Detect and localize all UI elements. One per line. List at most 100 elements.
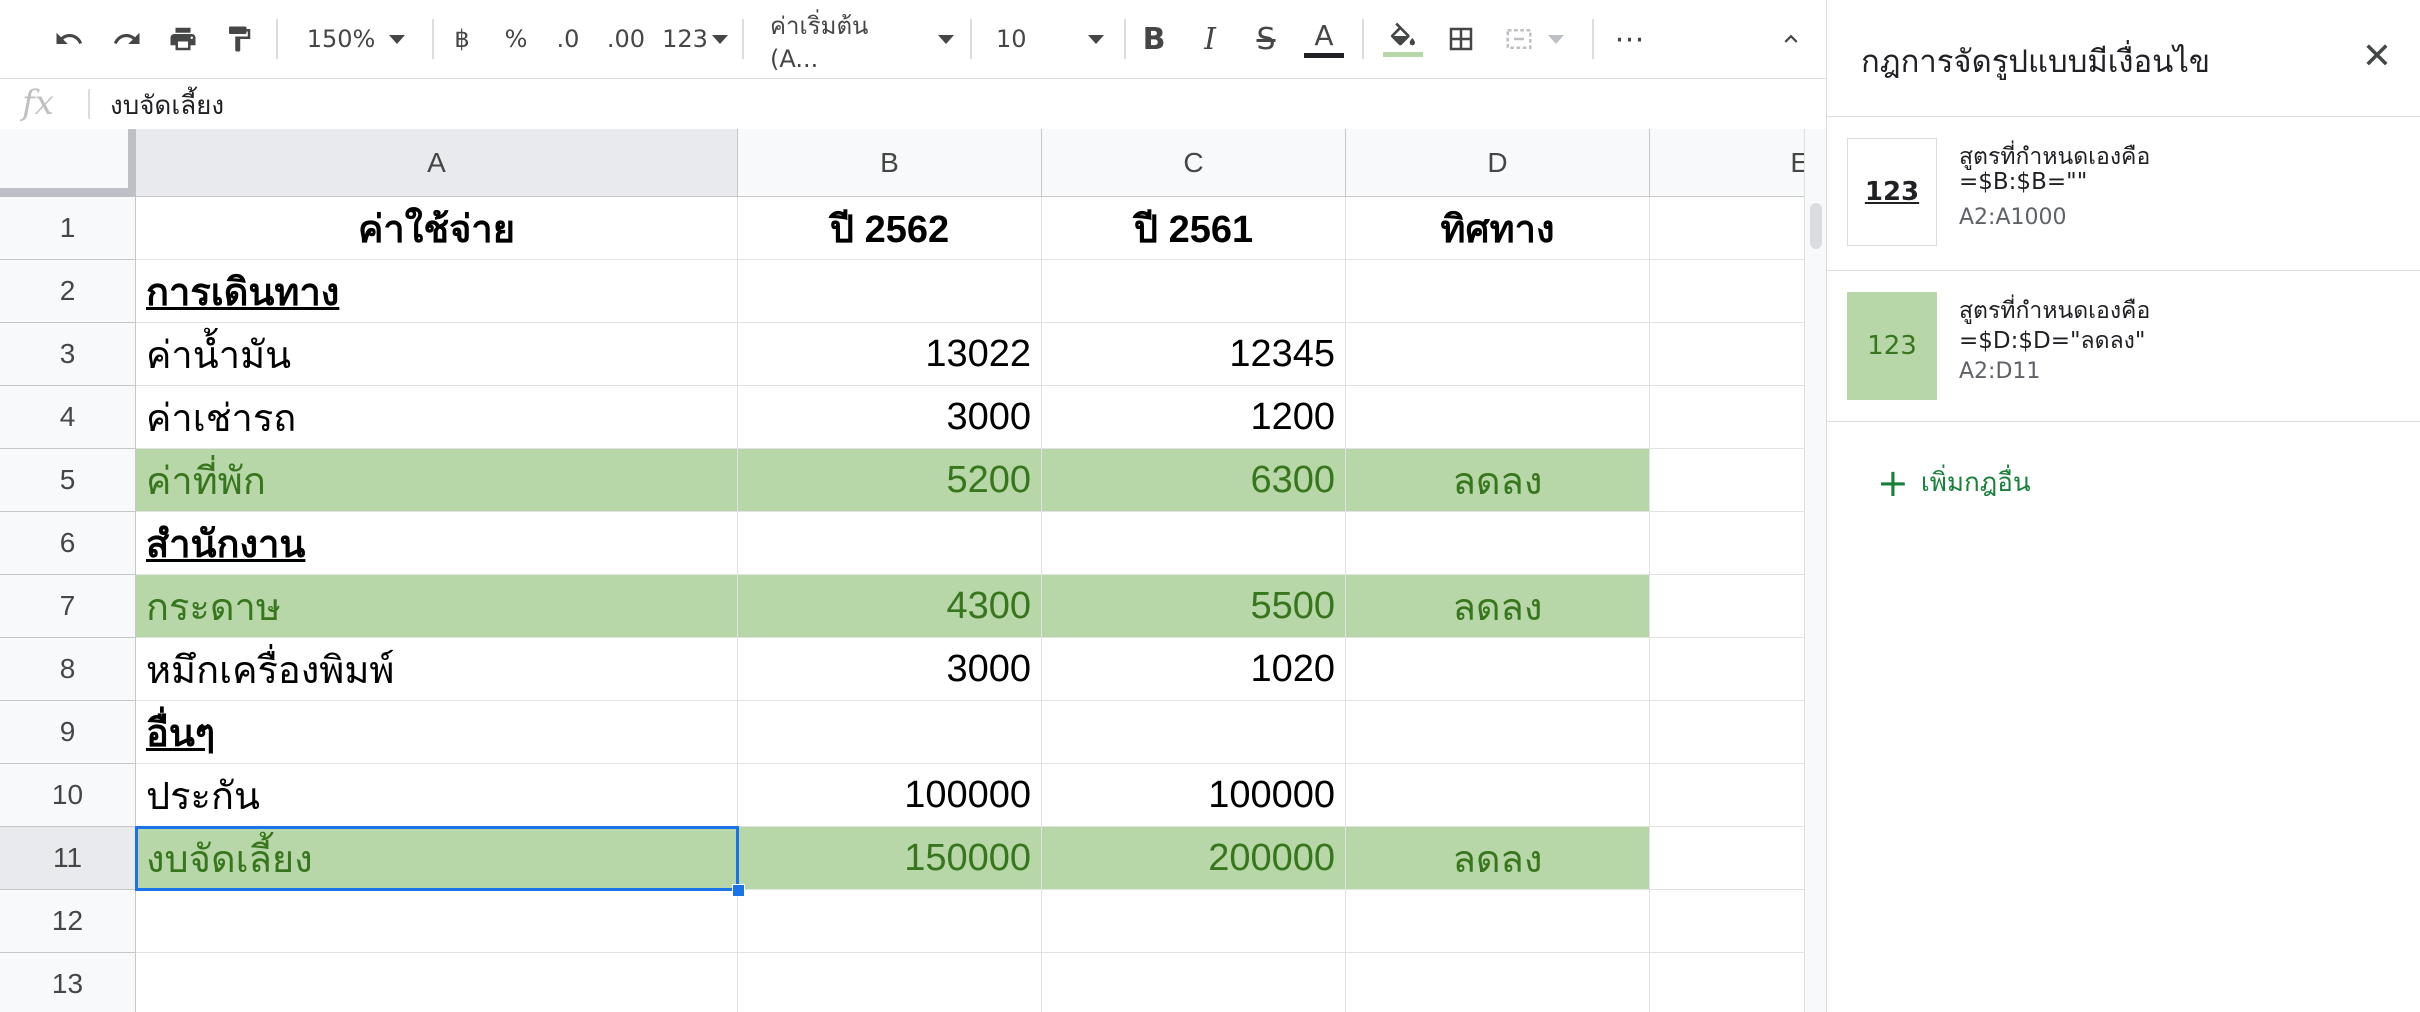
rule-item-1[interactable]: 123 สูตรที่กำหนดเองคือ =$B:$B="" A2:A100… — [1827, 116, 2420, 268]
cell-d8[interactable] — [1346, 638, 1650, 701]
cell-e13[interactable] — [1650, 953, 1804, 1012]
cell-d7[interactable]: ลดลง — [1346, 575, 1650, 638]
row-header-13[interactable]: 13 — [0, 953, 136, 1012]
increase-decimal-button[interactable]: .00 — [604, 0, 648, 78]
cell-b13[interactable] — [738, 953, 1042, 1012]
cell-e4[interactable] — [1650, 386, 1804, 449]
cell-b9[interactable] — [738, 701, 1042, 764]
fill-handle[interactable] — [732, 884, 745, 897]
cell-a3[interactable]: ค่าน้ำมัน — [136, 323, 738, 386]
cell-d5[interactable]: ลดลง — [1346, 449, 1650, 512]
cell-e2[interactable] — [1650, 260, 1804, 323]
row-header-3[interactable]: 3 — [0, 323, 136, 386]
cell-c10[interactable]: 100000 — [1042, 764, 1346, 827]
row-header-1[interactable]: 1 — [0, 197, 136, 260]
scrollbar-thumb[interactable] — [1810, 203, 1822, 249]
cell-e6[interactable] — [1650, 512, 1804, 575]
freeze-column-handle[interactable] — [128, 129, 136, 197]
cell-a1[interactable]: ค่าใช้จ่าย — [136, 197, 738, 260]
cell-c11[interactable]: 200000 — [1042, 827, 1346, 890]
column-header-a[interactable]: A — [136, 129, 738, 197]
cell-c2[interactable] — [1042, 260, 1346, 323]
cell-d2[interactable] — [1346, 260, 1650, 323]
cell-d3[interactable] — [1346, 323, 1650, 386]
collapse-icon[interactable] — [1768, 0, 1814, 78]
row-header-10[interactable]: 10 — [0, 764, 136, 827]
cell-e10[interactable] — [1650, 764, 1804, 827]
cell-b10[interactable]: 100000 — [738, 764, 1042, 827]
row-header-11[interactable]: 11 — [0, 827, 136, 890]
row-header-6[interactable]: 6 — [0, 512, 136, 575]
cell-b1[interactable]: ปี 2562 — [738, 197, 1042, 260]
font-select[interactable]: ค่าเริ่มต้น (A... — [770, 0, 954, 78]
cell-a11[interactable]: งบจัดเลี้ยง — [136, 827, 738, 890]
cell-c12[interactable] — [1042, 890, 1346, 953]
cell-b6[interactable] — [738, 512, 1042, 575]
cell-a7[interactable]: กระดาษ — [136, 575, 738, 638]
cell-d10[interactable] — [1346, 764, 1650, 827]
undo-icon[interactable] — [46, 0, 92, 78]
vertical-scrollbar[interactable] — [1804, 129, 1827, 1012]
percent-format-button[interactable]: % — [498, 0, 534, 78]
merge-cells-icon[interactable] — [1494, 0, 1574, 78]
cell-b4[interactable]: 3000 — [738, 386, 1042, 449]
cell-e1[interactable] — [1650, 197, 1804, 260]
cell-b2[interactable] — [738, 260, 1042, 323]
cell-d13[interactable] — [1346, 953, 1650, 1012]
paint-format-icon[interactable] — [216, 0, 262, 78]
column-header-c[interactable]: C — [1042, 129, 1346, 197]
cell-d11[interactable]: ลดลง — [1346, 827, 1650, 890]
row-header-4[interactable]: 4 — [0, 386, 136, 449]
column-header-e[interactable]: E — [1650, 129, 1804, 197]
row-header-5[interactable]: 5 — [0, 449, 136, 512]
decrease-decimal-button[interactable]: .0 — [550, 0, 586, 78]
cell-c13[interactable] — [1042, 953, 1346, 1012]
fill-color-icon[interactable] — [1378, 0, 1428, 78]
borders-icon[interactable] — [1438, 0, 1484, 78]
cell-d12[interactable] — [1346, 890, 1650, 953]
cell-a4[interactable]: ค่าเช่ารถ — [136, 386, 738, 449]
cell-e7[interactable] — [1650, 575, 1804, 638]
print-icon[interactable] — [160, 0, 206, 78]
row-header-12[interactable]: 12 — [0, 890, 136, 953]
cell-d4[interactable] — [1346, 386, 1650, 449]
cell-c3[interactable]: 12345 — [1042, 323, 1346, 386]
cell-c7[interactable]: 5500 — [1042, 575, 1346, 638]
cell-a8[interactable]: หมึกเครื่องพิมพ์ — [136, 638, 738, 701]
bold-button[interactable]: B — [1134, 0, 1174, 78]
cell-b7[interactable]: 4300 — [738, 575, 1042, 638]
cell-c4[interactable]: 1200 — [1042, 386, 1346, 449]
cell-c9[interactable] — [1042, 701, 1346, 764]
cell-d6[interactable] — [1346, 512, 1650, 575]
cell-c8[interactable]: 1020 — [1042, 638, 1346, 701]
column-header-b[interactable]: B — [738, 129, 1042, 197]
cell-a6[interactable]: สำนักงาน — [136, 512, 738, 575]
row-header-9[interactable]: 9 — [0, 701, 136, 764]
cell-a5[interactable]: ค่าที่พัก — [136, 449, 738, 512]
redo-icon[interactable] — [104, 0, 150, 78]
cell-c6[interactable] — [1042, 512, 1346, 575]
cell-e9[interactable] — [1650, 701, 1804, 764]
cell-a10[interactable]: ประกัน — [136, 764, 738, 827]
cell-a13[interactable] — [136, 953, 738, 1012]
currency-format-button[interactable]: ฿ — [444, 0, 480, 78]
strikethrough-button[interactable]: S — [1246, 0, 1286, 78]
cell-b11[interactable]: 150000 — [738, 827, 1042, 890]
cell-b3[interactable]: 13022 — [738, 323, 1042, 386]
italic-button[interactable]: I — [1190, 0, 1230, 78]
zoom-select[interactable]: 150% — [296, 0, 416, 78]
cell-a9[interactable]: อื่นๆ — [136, 701, 738, 764]
cell-e3[interactable] — [1650, 323, 1804, 386]
cell-c5[interactable]: 6300 — [1042, 449, 1346, 512]
more-options-button[interactable]: ⋯ — [1610, 0, 1650, 78]
cell-e12[interactable] — [1650, 890, 1804, 953]
cell-e5[interactable] — [1650, 449, 1804, 512]
add-rule-button[interactable]: + เพิ่มกฎอื่น — [1877, 462, 2031, 503]
cell-d9[interactable] — [1346, 701, 1650, 764]
cell-c1[interactable]: ปี 2561 — [1042, 197, 1346, 260]
cell-b8[interactable]: 3000 — [738, 638, 1042, 701]
close-icon[interactable]: ✕ — [2357, 36, 2397, 77]
rule-item-2[interactable]: 123 สูตรที่กำหนดเองคือ =$D:$D="ลดลง" A2:… — [1827, 270, 2420, 422]
cell-a2[interactable]: การเดินทาง — [136, 260, 738, 323]
font-size-select[interactable]: 10 — [996, 0, 1104, 78]
